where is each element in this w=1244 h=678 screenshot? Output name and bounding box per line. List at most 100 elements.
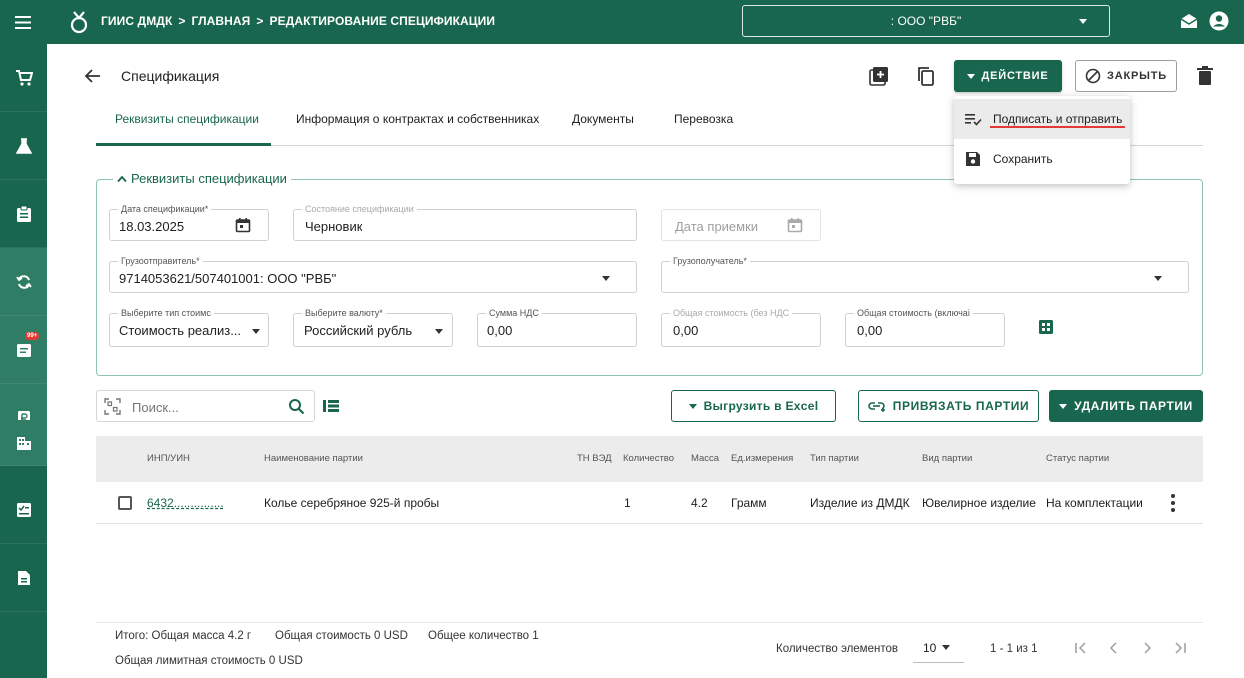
export-excel-button[interactable]: Выгрузить в Excel [671,390,836,422]
qr-scan-icon[interactable] [104,398,121,415]
calculator-icon[interactable] [1038,319,1054,335]
chevron-down-icon [435,329,443,334]
shipper-select[interactable]: Грузоотправитель* 9714053621/507401001: … [109,256,637,293]
row-checkbox[interactable] [118,496,132,510]
delete-lots-label: УДАЛИТЬ ПАРТИИ [1074,399,1193,413]
column-header-inp[interactable]: ИНП/УИН [147,453,190,464]
currency-select[interactable]: Выберите валюту* Российский рубль [293,308,453,347]
close-button[interactable]: ЗАКРЫТЬ [1075,60,1177,92]
last-page-icon[interactable] [1173,641,1187,655]
menu-item-save[interactable]: Сохранить [954,139,1130,179]
tab-spec-details[interactable]: Реквизиты спецификации [115,112,259,126]
logo-icon[interactable] [68,9,90,35]
search-placeholder: Поиск... [132,400,179,415]
bind-lots-button[interactable]: ПРИВЯЗАТЬ ПАРТИИ [858,390,1039,422]
per-page-select[interactable]: 10 [913,633,964,663]
chevron-down-icon [602,276,610,281]
tab-transport[interactable]: Перевозка [674,112,733,126]
consignee-select[interactable]: Грузополучатель* [661,256,1189,293]
prev-page-icon[interactable] [1107,641,1121,655]
column-header-name[interactable]: Наименование партии [264,453,363,464]
field-value: Черновик [305,219,363,234]
add-box-icon[interactable] [868,65,890,87]
spec-date-field[interactable]: Дата спецификации* 18.03.2025 [109,204,269,241]
breadcrumb-item-root[interactable]: ГИИС ДМДК [101,14,172,28]
calendar-icon[interactable] [235,217,251,233]
cart-icon [15,69,33,86]
close-button-label: ЗАКРЫТЬ [1107,70,1167,82]
sync-icon [15,274,32,289]
action-menu: Подписать и отправить Сохранить [954,96,1130,184]
cell-lot-kind: Ювелирное изделие [922,496,1036,510]
building-icon [16,436,31,450]
pagination-range: 1 - 1 из 1 [990,643,1038,655]
sidebar-item-files[interactable] [0,544,47,612]
chevron-down-icon [967,73,976,79]
columns-icon[interactable] [322,397,340,415]
more-vert-icon[interactable] [1171,494,1175,512]
sidebar-item-checklists[interactable] [0,476,47,544]
cell-unit: Грамм [731,496,767,510]
column-header-unit[interactable]: Ед.измерения [731,453,793,464]
field-value: 18.03.2025 [119,219,185,234]
sidebar-item-organizations[interactable] [0,420,47,466]
breadcrumb-separator: > [178,14,186,28]
vat-amount-field[interactable]: Сумма НДС 0,00 [477,308,637,347]
copy-icon[interactable] [915,65,937,87]
highlight-underline [990,126,1125,128]
bind-button-label: ПРИВЯЗАТЬ ПАРТИИ [892,399,1030,413]
search-input[interactable]: Поиск... [96,390,315,422]
tab-documents[interactable]: Документы [572,112,634,126]
sidebar-item-sync[interactable] [0,248,47,316]
first-page-icon[interactable] [1074,641,1088,655]
action-button-label: ДЕЙСТВИЕ [981,70,1049,82]
notification-badge: 99+ [25,332,40,340]
account-icon[interactable] [1208,10,1230,32]
sidebar-item-cart[interactable] [0,44,47,112]
table-row[interactable]: 6432............... Колье серебряное 925… [96,482,1203,524]
file-icon [17,570,30,585]
field-label: Выберите валюту* [302,308,386,318]
organization-value: : ООО "РВБ" [890,14,962,28]
column-header-mass[interactable]: Масса [691,453,719,464]
column-header-status[interactable]: Статус партии [1046,453,1109,464]
footer-total-mass: Итого: Общая масса 4.2 г [115,630,252,642]
back-arrow-icon[interactable] [84,67,102,85]
field-placeholder: Дата приемки [675,219,759,234]
next-page-icon[interactable] [1140,641,1154,655]
field-value: Российский рубль [304,323,413,338]
cell-status: На комплектации [1046,496,1143,510]
column-header-lot-kind[interactable]: Вид партии [922,453,972,464]
field-value: 0,00 [487,323,513,338]
active-tab-indicator [96,143,271,146]
menu-item-sign-send[interactable]: Подписать и отправить [954,99,1130,139]
breadcrumb-separator: > [256,14,264,28]
tab-contracts-owners[interactable]: Информация о контрактах и собственниках [296,112,539,126]
mail-icon[interactable] [1178,10,1200,32]
field-label: Грузоотправитель* [118,256,203,266]
sidebar-item-tasks[interactable] [0,180,47,248]
field-label: Общая стоимость (без НДС [670,308,793,318]
footer-total-cost: Общая стоимость 0 USD [275,630,408,642]
footer-total-qty: Общее количество 1 [428,630,539,642]
column-header-lot-type[interactable]: Тип партии [810,453,859,464]
section-toggle[interactable]: Реквизиты спецификации [113,171,291,186]
search-icon[interactable] [288,398,305,415]
cell-inp-link[interactable]: 6432............... [147,496,224,510]
sidebar-item-specifications[interactable]: 99+ [0,316,47,384]
column-header-tnved[interactable]: ТН ВЭД [577,453,612,464]
field-value: 0,00 [857,323,883,338]
delete-icon[interactable] [1196,66,1218,88]
delete-lots-button[interactable]: УДАЛИТЬ ПАРТИИ [1049,390,1203,422]
accept-date-field: Дата приемки [661,209,821,241]
cost-type-select[interactable]: Выберите тип стоимс Стоимость реализ... [109,308,269,347]
column-header-quantity[interactable]: Количество [623,453,674,464]
action-menu-button[interactable]: ДЕЙСТВИЕ [954,60,1062,92]
sidebar-item-lab[interactable] [0,112,47,180]
save-icon [966,152,980,166]
top-bar: ГИИС ДМДК > ГЛАВНАЯ > РЕДАКТИРОВАНИЕ СПЕ… [0,0,1244,44]
organization-select[interactable]: : ООО "РВБ" [742,5,1110,37]
field-label: Дата спецификации* [118,204,212,214]
breadcrumb-item-home[interactable]: ГЛАВНАЯ [191,14,250,28]
menu-icon[interactable] [12,11,34,33]
